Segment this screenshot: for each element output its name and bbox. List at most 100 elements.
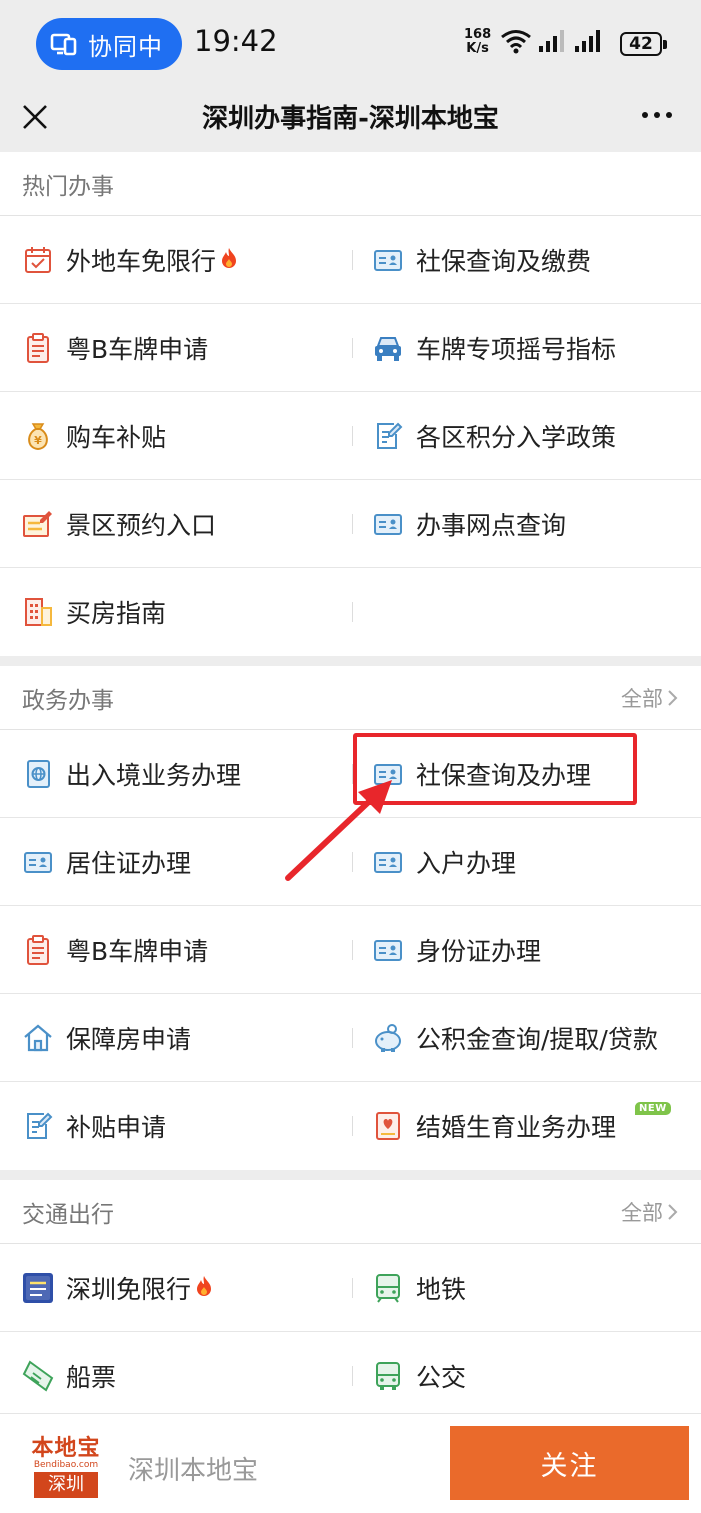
house-icon [22,1022,54,1054]
chevron-right-icon [668,1203,678,1220]
item-ruhu[interactable]: 入户办理 [352,818,701,906]
item-yaohao[interactable]: 车牌专项摇号指标 [352,304,701,392]
device-sync-icon [50,33,77,56]
wifi-icon [501,30,531,54]
item-label: 外地车免限行 [66,246,217,276]
id-card-icon [372,846,404,878]
item-label: 地铁 [416,1274,467,1304]
brand-name: 深圳本地宝 [128,1456,259,1486]
fire-icon [220,247,238,273]
new-badge: NEW [635,1102,671,1115]
net-speed-value: 168 [464,27,492,42]
id-card-icon [372,934,404,966]
list-row: 出入境业务办理 社保查询及办理 [0,730,701,818]
nav-bar: 深圳办事指南-深圳本地宝 [0,88,701,152]
list-row: 船票 公交 [0,1332,701,1420]
item-wangdian[interactable]: 办事网点查询 [352,480,701,568]
item-label: 购车补贴 [66,422,167,452]
id-card-icon [372,508,404,540]
item-label: 深圳免限行 [66,1274,192,1304]
app-page: 协同中 19:42 168 K/s 42 深圳办事指南-深圳本地宝 热门办事 外… [0,0,701,1513]
section-header: 政务办事 全部 [0,666,701,730]
ticket-icon [22,1360,54,1392]
section-gap [0,1170,701,1180]
more-menu-icon[interactable] [642,112,672,118]
item-label: 公交 [416,1363,467,1392]
bendibao-logo[interactable]: 本地宝 Bendibao.com 深圳 [18,1430,114,1500]
net-speed: 168 K/s [464,28,491,56]
section-traffic: 交通出行 全部 深圳免限行 地铁 船票 公交 [0,1180,701,1420]
car-icon [372,332,404,364]
net-speed-unit: K/s [466,41,489,56]
page-title: 深圳办事指南-深圳本地宝 [202,104,499,134]
item-jiehun-shengyu[interactable]: 结婚生育业务办理 NEW [352,1082,701,1170]
chevron-right-icon [668,689,678,706]
item-mianxianxing[interactable]: 深圳免限行 [0,1244,352,1332]
item-yueb-chepai-2[interactable]: 粤B车牌申请 [0,906,352,994]
item-shebao-jiaofei[interactable]: 社保查询及缴费 [352,216,701,304]
section-title: 政务办事 [22,687,114,714]
item-label: 社保查询及缴费 [416,246,592,276]
list-row: 粤B车牌申请 车牌专项摇号指标 [0,304,701,392]
footer-bar: 本地宝 Bendibao.com 深圳 深圳本地宝 关注 [0,1413,701,1513]
item-shebao-banli[interactable]: 社保查询及办理 [352,730,701,818]
battery-indicator: 42 [620,32,667,56]
logo-city: 深圳 [34,1472,98,1498]
document-edit-icon [22,1110,54,1142]
collab-label: 协同中 [88,32,163,61]
item-label: 居住证办理 [66,848,192,878]
passport-icon [22,758,54,790]
item-label: 公积金查询/提取/贷款 [416,1024,658,1054]
collab-pill[interactable]: 协同中 [36,18,182,70]
item-label: 景区预约入口 [66,510,217,540]
item-juzhuzheng[interactable]: 居住证办理 [0,818,352,906]
item-label: 结婚生育业务办理 [416,1113,617,1142]
item-shenfenzheng[interactable]: 身份证办理 [352,906,701,994]
item-gouche-butie[interactable]: ¥ 购车补贴 [0,392,352,480]
clipboard-icon [22,332,54,364]
clock: 19:42 [194,24,278,58]
follow-button[interactable]: 关注 [450,1426,689,1500]
item-gongjiao[interactable]: 公交 [352,1332,701,1420]
item-yueb-chepai[interactable]: 粤B车牌申请 [0,304,352,392]
building-icon [22,596,54,628]
section-header: 交通出行 全部 [0,1180,701,1244]
item-gongjijin[interactable]: 公积金查询/提取/贷款 [352,994,701,1082]
money-bag-icon: ¥ [22,420,54,452]
document-edit-icon [372,420,404,452]
section-gov: 政务办事 全部 出入境业务办理 社保查询及办理 居住证办理 入户办理 粤B车牌申… [0,666,701,1170]
item-chuanpiao[interactable]: 船票 [0,1332,352,1420]
section-hot: 热门办事 外地车免限行 社保查询及缴费 粤B车牌申请 车牌专项摇号指标 ¥ 购车… [0,152,701,656]
item-label: 买房指南 [66,599,167,628]
item-label: 身份证办理 [416,936,542,966]
item-maifang[interactable]: 买房指南 [0,568,352,656]
view-all-link[interactable]: 全部 [621,683,679,713]
list-row: ¥ 购车补贴 各区积分入学政策 [0,392,701,480]
item-waidiche[interactable]: 外地车免限行 [0,216,352,304]
item-butie-shenqing[interactable]: 补贴申请 [0,1082,352,1170]
item-jingqu-yuyue[interactable]: 景区预约入口 [0,480,352,568]
item-label: 车牌专项摇号指标 [416,334,617,364]
list-row: 保障房申请 公积金查询/提取/贷款 [0,994,701,1082]
item-label: 粤B车牌申请 [66,936,209,966]
view-all-link[interactable]: 全部 [621,1197,679,1227]
item-baozhangfang[interactable]: 保障房申请 [0,994,352,1082]
list-row: 外地车免限行 社保查询及缴费 [0,216,701,304]
content: 热门办事 外地车免限行 社保查询及缴费 粤B车牌申请 车牌专项摇号指标 ¥ 购车… [0,152,701,1420]
list-row: 补贴申请 结婚生育业务办理 NEW [0,1082,701,1170]
item-label: 办事网点查询 [416,510,567,540]
item-ditie[interactable]: 地铁 [352,1244,701,1332]
item-churujing[interactable]: 出入境业务办理 [0,730,352,818]
fire-icon [195,1275,213,1301]
metro-icon [372,1272,404,1304]
id-card-icon [372,758,404,790]
item-label: 入户办理 [416,848,517,878]
section-header: 热门办事 [0,152,701,216]
list-row: 粤B车牌申请 身份证办理 [0,906,701,994]
restriction-policy-icon [22,1272,54,1304]
status-bar: 协同中 19:42 168 K/s 42 [0,0,701,88]
item-jifen-ruxue[interactable]: 各区积分入学政策 [352,392,701,480]
item-label: 社保查询及办理 [416,760,592,790]
item-label: 各区积分入学政策 [416,422,617,452]
section-title: 交通出行 [22,1201,114,1228]
